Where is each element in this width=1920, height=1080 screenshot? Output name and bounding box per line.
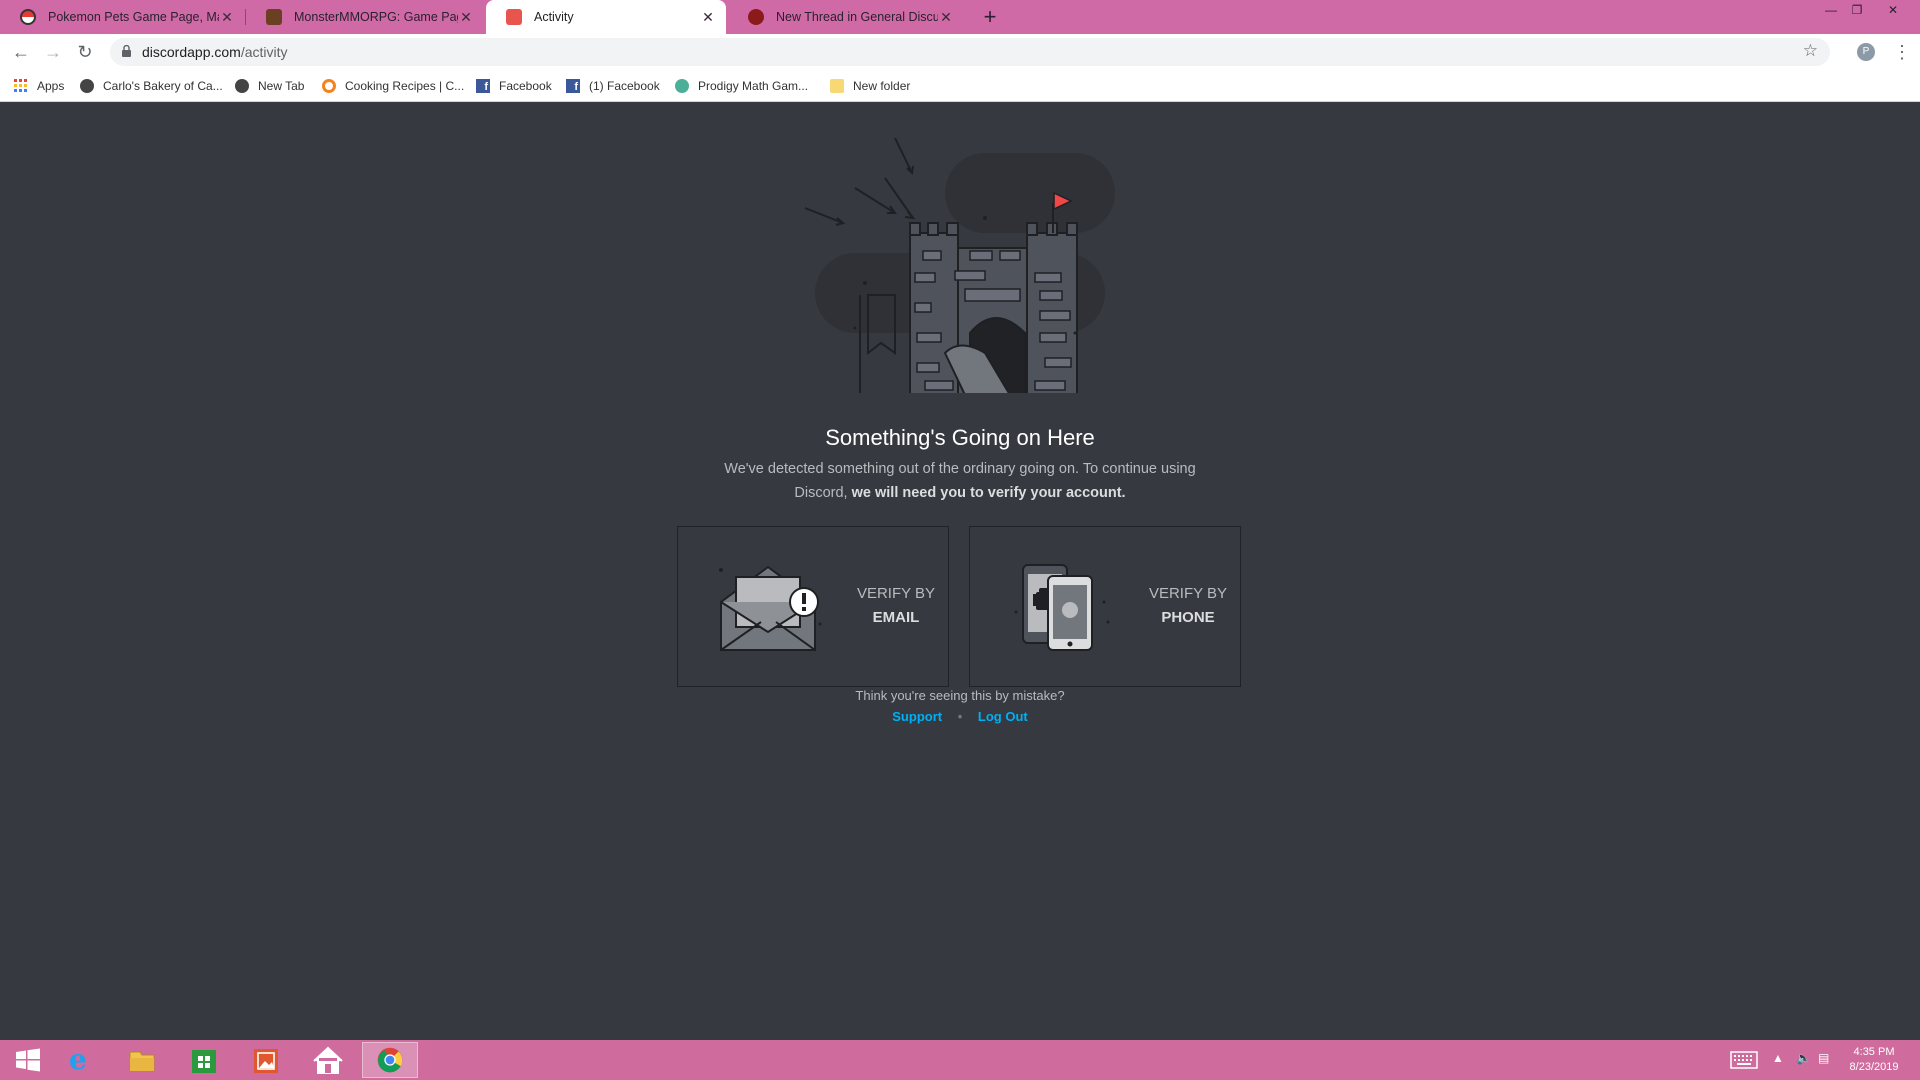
link-separator: • [957,709,963,724]
bookmark-carlos-bakery[interactable]: Carlo's Bakery of Ca... [80,77,223,95]
facebook-icon: f [566,79,580,93]
tab-activity[interactable]: Activity ✕ [486,0,726,34]
bookmark-label: New folder [853,79,911,93]
monster-icon [266,9,282,25]
close-icon[interactable]: ✕ [458,9,474,26]
reload-button[interactable]: ↻ [70,37,100,67]
forum-icon [748,9,764,25]
logout-link[interactable]: Log Out [978,709,1028,724]
bookmark-apps[interactable]: Apps [14,77,64,95]
help-links: Support • Log Out [0,709,1920,724]
tab-strip: Pokemon Pets Game Page, Map ✕ MonsterMMO… [0,0,1920,34]
bookmark-label: Carlo's Bakery of Ca... [103,79,223,93]
lock-icon [122,45,131,57]
volume-icon[interactable]: 🔈 [1796,1051,1811,1065]
verify-phone-card[interactable]: VERIFY BY PHONE [969,526,1241,687]
email-envelope-icon [719,565,822,651]
home-icon[interactable] [300,1042,356,1078]
verify-email-line2: EMAIL [872,609,920,626]
folder-icon [830,79,844,93]
windows-taskbar: e ▲ 🔈 ▤ 4:35 PM 8/23/2019 [0,1040,1920,1080]
profile-avatar[interactable]: P [1857,43,1875,61]
window-close-button[interactable]: ✕ [1870,0,1916,20]
verify-email-line1: VERIFY BY [856,585,936,602]
description-bold-text: we will need you to verify your account. [851,485,1126,501]
new-tab-button[interactable]: + [976,3,1004,31]
close-icon[interactable]: ✕ [219,9,235,26]
support-link[interactable]: Support [892,709,942,724]
globe-icon [80,79,94,93]
bookmark-star-icon[interactable]: ☆ [1803,41,1818,61]
back-button[interactable]: ← [6,37,36,67]
chrome-icon[interactable] [362,1042,418,1078]
tab-title: Pokemon Pets Game Page, Map [48,10,219,24]
bookmark-prodigy[interactable]: Prodigy Math Gam... [675,77,808,95]
mistake-text: Think you're seeing this by mistake? [855,688,1065,703]
keyboard-icon[interactable] [1730,1051,1758,1069]
network-icon[interactable]: ▤ [1818,1051,1829,1065]
page-description: We've detected something out of the ordi… [710,457,1210,505]
page-title: Something's Going on Here [825,425,1095,450]
verify-phone-line2: PHONE [1161,609,1215,626]
tab-monstermmorpg[interactable]: MonsterMMORPG: Game Page - ✕ [246,0,484,34]
store-icon[interactable] [176,1042,232,1078]
menu-icon[interactable]: ⋮ [1893,40,1911,64]
taskbar-clock[interactable]: 4:35 PM 8/23/2019 [1842,1045,1906,1075]
windows-start-icon[interactable] [0,1042,56,1078]
bookmark-label: Cooking Recipes | C... [345,79,465,93]
verify-email-label: VERIFY BY EMAIL [846,582,946,630]
bookmarks-bar: Apps Carlo's Bakery of Ca... New Tab Coo… [0,70,1920,102]
url-path: /activity [240,44,288,60]
bookmark-facebook-1[interactable]: f (1) Facebook [566,77,660,95]
verify-phone-label: VERIFY BY PHONE [1138,582,1238,630]
bookmark-label: Apps [37,79,65,93]
bookmark-cooking-recipes[interactable]: Cooking Recipes | C... [322,77,464,95]
tab-pokemon-pets[interactable]: Pokemon Pets Game Page, Map ✕ [0,0,245,34]
bookmark-facebook[interactable]: f Facebook [476,77,552,95]
tab-title: New Thread in General Discussio [776,10,938,24]
bookmark-label: Prodigy Math Gam... [698,79,809,93]
internet-explorer-icon[interactable]: e [54,1042,110,1078]
apps-grid-icon [14,79,27,92]
close-icon[interactable]: ✕ [700,9,716,26]
recipe-icon [322,79,336,93]
clock-date: 8/23/2019 [1849,1061,1899,1073]
phone-devices-icon [1014,564,1110,651]
bookmark-new-tab[interactable]: New Tab [235,77,304,95]
tab-title: Activity [534,10,574,24]
browser-toolbar: ← → ↻ discordapp.com/activity ☆ P ⋮ [0,34,1920,70]
close-icon[interactable]: ✕ [938,9,954,26]
tab-title: MonsterMMORPG: Game Page - [294,10,458,24]
bookmark-label: (1) Facebook [589,79,660,93]
show-hidden-icons-chevron-icon[interactable]: ▲ [1772,1051,1784,1065]
url-text: discordapp.com/activity [142,44,288,60]
tab-new-thread[interactable]: New Thread in General Discussio ✕ [728,0,964,34]
globe-icon [235,79,249,93]
verify-email-card[interactable]: VERIFY BY EMAIL [677,526,949,687]
clock-time: 4:35 PM [1853,1046,1895,1058]
page-content: Something's Going on Here We've detected… [0,103,1920,1040]
verify-phone-line1: VERIFY BY [1148,585,1228,602]
address-bar[interactable]: discordapp.com/activity ☆ [110,38,1830,66]
bookmark-new-folder[interactable]: New folder [830,77,910,95]
castle-illustration [804,137,1115,393]
pokeball-icon [20,9,36,25]
bookmark-label: Facebook [499,79,552,93]
facebook-icon: f [476,79,490,93]
url-domain: discordapp.com [142,44,241,60]
discord-icon [506,9,522,25]
bookmark-label: New Tab [258,79,305,93]
prodigy-icon [675,79,689,93]
forward-button[interactable]: → [38,37,68,67]
file-explorer-icon[interactable] [114,1042,170,1078]
photos-icon[interactable] [238,1042,294,1078]
